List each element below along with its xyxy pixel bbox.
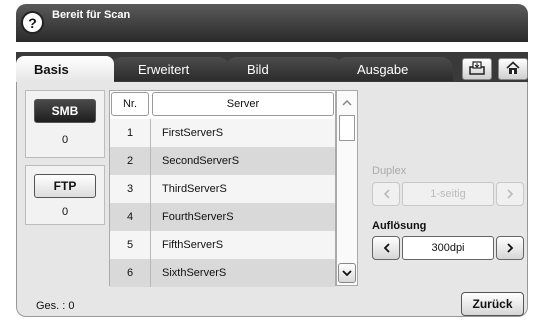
tab-basis[interactable]: Basis (16, 56, 114, 82)
duplex-label: Duplex (372, 165, 407, 177)
table-scrollbar[interactable] (336, 90, 358, 286)
resolution-stepper: 300dpi (372, 236, 524, 260)
row-nr: 6 (126, 267, 134, 279)
duplex-next-button[interactable] (496, 182, 524, 206)
chevron-up-icon (342, 97, 352, 109)
row-server: FifthServerS (162, 239, 224, 251)
tab-erweitert[interactable]: Erweitert (110, 57, 230, 81)
table-row[interactable]: 6 SixthServerS (110, 259, 335, 287)
title-bar: ? Bereit für Scan (16, 4, 528, 42)
smb-count: 0 (61, 134, 69, 146)
server-table: Nr. Server 1 FirstServerS 2 SecondServer… (109, 90, 336, 287)
tab-bild[interactable]: Bild (225, 57, 343, 81)
table-row[interactable]: 3 ThirdServerS (110, 175, 335, 203)
resolution-prev-button[interactable] (372, 236, 400, 260)
ftp-button[interactable]: FTP (34, 174, 96, 198)
scroll-down-button[interactable] (338, 263, 356, 283)
back-button[interactable]: Zurück (461, 292, 524, 316)
row-server: FourthServerS (162, 211, 234, 223)
row-server: SixthServerS (162, 267, 227, 279)
tray-button[interactable] (462, 58, 492, 80)
row-nr: 3 (126, 183, 134, 195)
duplex-prev-button[interactable] (372, 182, 400, 206)
duplex-value: 1-seitig (402, 182, 494, 206)
table-row[interactable]: 2 SecondServerS (110, 147, 335, 175)
row-nr: 1 (126, 127, 134, 139)
resolution-value: 300dpi (402, 236, 494, 260)
help-icon[interactable]: ? (21, 11, 44, 34)
duplex-stepper: 1-seitig (372, 182, 524, 206)
row-nr: 4 (126, 211, 134, 223)
ftp-box: FTP 0 (25, 165, 105, 225)
table-row[interactable]: 4 FourthServerS (110, 203, 335, 231)
table-row[interactable]: 5 FifthServerS (110, 231, 335, 259)
smb-box: SMB 0 (25, 90, 105, 158)
resolution-next-button[interactable] (496, 236, 524, 260)
table-header: Nr. Server (110, 91, 335, 117)
tab-ausgabe[interactable]: Ausgabe (335, 57, 453, 81)
smb-button[interactable]: SMB (34, 99, 96, 123)
resolution-label: Auflösung (372, 220, 427, 232)
row-nr: 2 (126, 155, 134, 167)
scan-screen: ? Bereit für Scan Basis Erweitert Bild A… (0, 0, 537, 321)
total-count: Ges. : 0 (36, 300, 75, 312)
chevron-left-icon (383, 241, 390, 256)
home-icon (506, 60, 520, 78)
chevron-right-icon (506, 187, 514, 202)
chevron-down-icon (342, 267, 352, 279)
row-server: FirstServerS (162, 127, 224, 139)
page-title: Bereit für Scan (52, 9, 131, 21)
tray-icon (469, 60, 485, 78)
row-server: SecondServerS (162, 155, 240, 167)
ftp-count: 0 (61, 206, 69, 218)
table-row[interactable]: 1 FirstServerS (110, 119, 335, 147)
scroll-thumb[interactable] (339, 115, 355, 141)
chevron-left-icon (383, 187, 390, 202)
column-header-nr[interactable]: Nr. (111, 92, 149, 116)
scroll-up-button[interactable] (338, 93, 356, 113)
row-server: ThirdServerS (162, 183, 227, 195)
home-button[interactable] (498, 58, 528, 80)
row-nr: 5 (126, 239, 134, 251)
column-header-server[interactable]: Server (152, 92, 334, 116)
chevron-right-icon (506, 241, 514, 256)
